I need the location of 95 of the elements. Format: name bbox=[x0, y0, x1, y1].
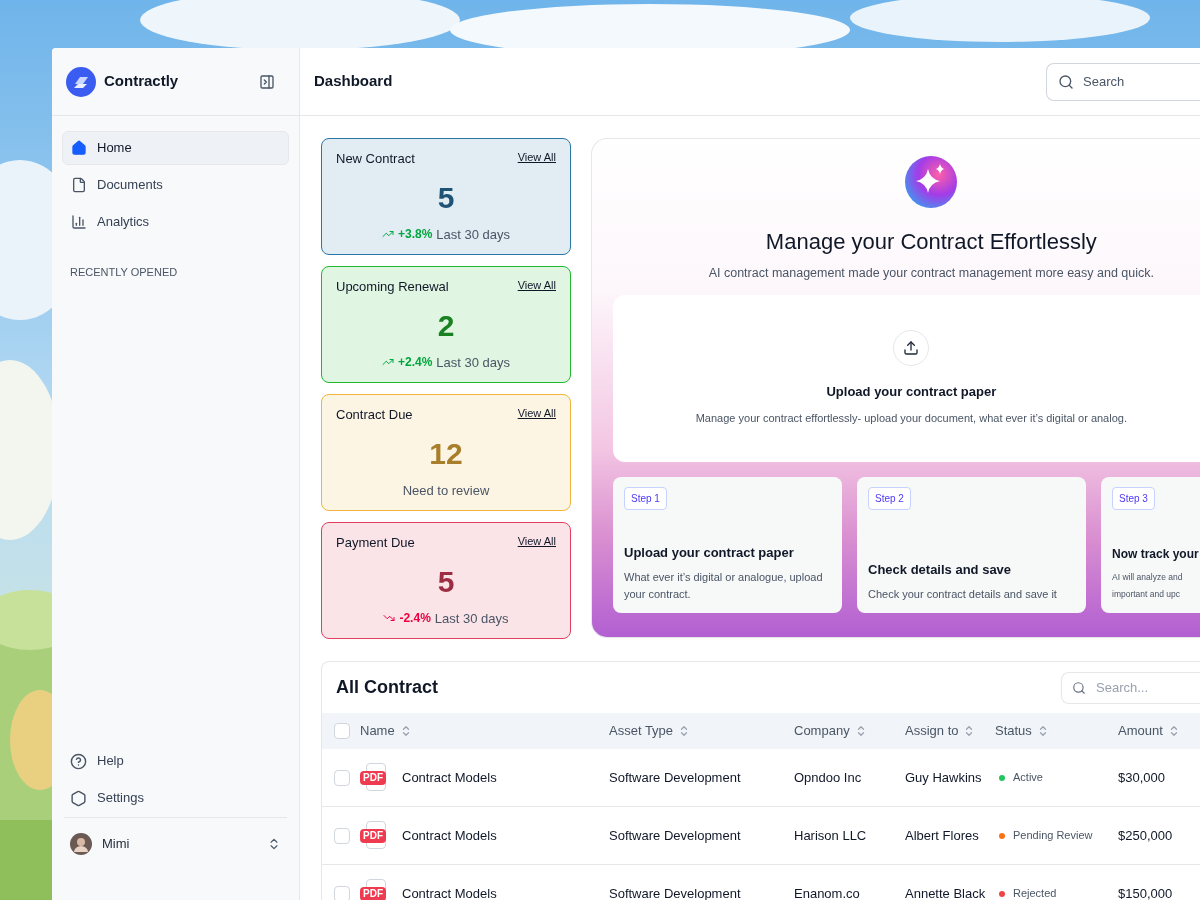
nav-item[interactable]: Documents bbox=[62, 168, 289, 202]
checkbox[interactable] bbox=[334, 885, 350, 900]
sort-icon[interactable] bbox=[1037, 723, 1048, 739]
section-title: RECENTLY OPENED bbox=[69, 265, 179, 280]
nav-item[interactable]: Analytics bbox=[62, 205, 289, 239]
sort-icon[interactable] bbox=[400, 723, 411, 739]
hero-subtitle: AI contract management made your contract management more easy and quick. bbox=[708, 265, 1155, 282]
sort-icon[interactable] bbox=[855, 723, 866, 739]
hero-title: Manage your Contract Effortlessly bbox=[765, 228, 1097, 256]
table-row[interactable]: PDF Contract Models Software Development Harison LLC Albert Flores Pending Review $250,000 bbox=[322, 807, 1200, 865]
settings-icon bbox=[70, 789, 87, 807]
home-icon bbox=[71, 140, 87, 156]
card-title: Contract Due bbox=[336, 406, 413, 424]
sort-icon[interactable] bbox=[964, 723, 975, 739]
table-title: All Contract bbox=[336, 676, 438, 699]
brand-name: Contractly bbox=[104, 71, 179, 92]
table-cell-text: Contract Models bbox=[402, 768, 497, 787]
search-icon bbox=[1072, 680, 1086, 695]
trend-period: Last 30 days bbox=[436, 225, 511, 244]
table-cell-text: $150,000 bbox=[1118, 884, 1174, 900]
stat-note: Need to review bbox=[401, 481, 491, 500]
user-menu[interactable]: Mimi bbox=[52, 818, 299, 870]
table-cell-text: Enanom.co bbox=[794, 884, 861, 900]
table-cell-text: Software Development bbox=[609, 768, 742, 787]
sparkle-icon bbox=[904, 155, 959, 209]
step-badge: Step 1 bbox=[624, 486, 667, 510]
column-header[interactable]: Assign to bbox=[905, 721, 995, 741]
view-all-link[interactable]: View All bbox=[517, 533, 556, 550]
table-search-field[interactable]: Search... bbox=[1061, 671, 1200, 704]
table-cell-text: $30,000 bbox=[1118, 768, 1166, 787]
step-description: Check your contract details and save it bbox=[868, 586, 1058, 602]
nav-item[interactable]: Help bbox=[62, 744, 289, 778]
document-icon bbox=[71, 177, 87, 193]
trend-change: -2.4% bbox=[399, 610, 431, 628]
table-cell-text: Guy Hawkins bbox=[905, 768, 983, 787]
trend-period: Last 30 days bbox=[434, 609, 509, 628]
avatar bbox=[70, 833, 92, 855]
bar-chart-icon bbox=[71, 214, 87, 230]
checkbox[interactable] bbox=[334, 769, 350, 786]
trend-period: Last 30 days bbox=[436, 353, 511, 372]
sort-icon[interactable] bbox=[679, 723, 690, 739]
search-icon bbox=[1058, 73, 1074, 90]
table-cell-text: Opndoo Inc bbox=[794, 768, 863, 787]
column-header[interactable]: Asset Type bbox=[609, 721, 794, 741]
step-description: What ever it’s digital or analogue, upload your contract. bbox=[624, 569, 824, 602]
table-row[interactable]: PDF Contract Models Software Development Opndoo Inc Guy Hawkins Active $30,000 bbox=[322, 749, 1200, 807]
collapse-sidebar-icon[interactable] bbox=[259, 73, 275, 90]
trend-change: +2.4% bbox=[397, 354, 433, 372]
step-title: Upload your contract paper bbox=[624, 544, 795, 563]
card-title: Payment Due bbox=[336, 534, 415, 552]
user-name: Mimi bbox=[102, 835, 130, 854]
search-field[interactable]: Search bbox=[1046, 62, 1200, 101]
step-description: AI will analyze and important and upc bbox=[1112, 570, 1184, 601]
page-title: Dashboard bbox=[314, 71, 393, 92]
column-header[interactable]: Status bbox=[995, 721, 1118, 741]
stat-value: 2 bbox=[436, 310, 456, 341]
stat-value: 5 bbox=[436, 566, 456, 597]
table-cell-text: $250,000 bbox=[1118, 826, 1174, 845]
stat-value: 5 bbox=[436, 182, 456, 213]
table-cell-text: Software Development bbox=[609, 884, 742, 900]
step-badge: Step 2 bbox=[868, 486, 911, 510]
upload-description: Manage your contract effortlessly- upload your document, what ever it’s digital or analog. bbox=[695, 410, 1127, 426]
sort-icon[interactable] bbox=[1168, 723, 1179, 739]
upload-icon bbox=[903, 340, 920, 357]
step-title: Check details and save bbox=[868, 561, 1013, 580]
table-row[interactable]: PDF Contract Models Software Development Enanom.co Annette Black Rejected $150,000 bbox=[322, 865, 1200, 900]
table-cell-text: Albert Flores bbox=[905, 826, 980, 845]
step-badge: Step 3 bbox=[1112, 486, 1155, 510]
column-header[interactable]: Company bbox=[794, 721, 905, 741]
status-label: Rejected bbox=[1013, 886, 1057, 900]
status-label: Pending Review bbox=[1013, 828, 1093, 844]
table-cell-text: Annette Black bbox=[905, 884, 987, 900]
table-cell-text: Contract Models bbox=[402, 884, 497, 900]
upload-title: Upload your contract paper bbox=[826, 383, 997, 402]
column-header[interactable]: Amount bbox=[1118, 721, 1198, 741]
checkbox[interactable] bbox=[334, 827, 350, 844]
upload-area[interactable]: Upload your contract paper Manage your contract effortlessly- upload your document, what ever it’s digital or analog. bbox=[613, 294, 1200, 462]
card-title: Upcoming Renewal bbox=[336, 278, 449, 296]
card-title: New Contract bbox=[336, 150, 415, 168]
table-cell-text: Contract Models bbox=[402, 826, 497, 845]
nav-item[interactable]: Settings bbox=[62, 781, 289, 815]
table-cell-text: Harison LLC bbox=[794, 826, 868, 845]
column-header[interactable]: Name bbox=[360, 721, 609, 741]
view-all-link[interactable]: View All bbox=[517, 149, 556, 166]
help-icon bbox=[70, 752, 87, 770]
nav-item[interactable]: Home bbox=[62, 131, 289, 165]
logo-icon bbox=[66, 66, 96, 97]
step-title: Now track your bbox=[1112, 545, 1199, 563]
view-all-link[interactable]: View All bbox=[517, 277, 556, 294]
stat-value: 12 bbox=[428, 438, 464, 469]
checkbox[interactable] bbox=[334, 723, 350, 739]
status-label: Active bbox=[1013, 770, 1043, 786]
trend-change: +3.8% bbox=[397, 226, 433, 244]
view-all-link[interactable]: View All bbox=[517, 405, 556, 422]
table-cell-text: Software Development bbox=[609, 826, 742, 845]
